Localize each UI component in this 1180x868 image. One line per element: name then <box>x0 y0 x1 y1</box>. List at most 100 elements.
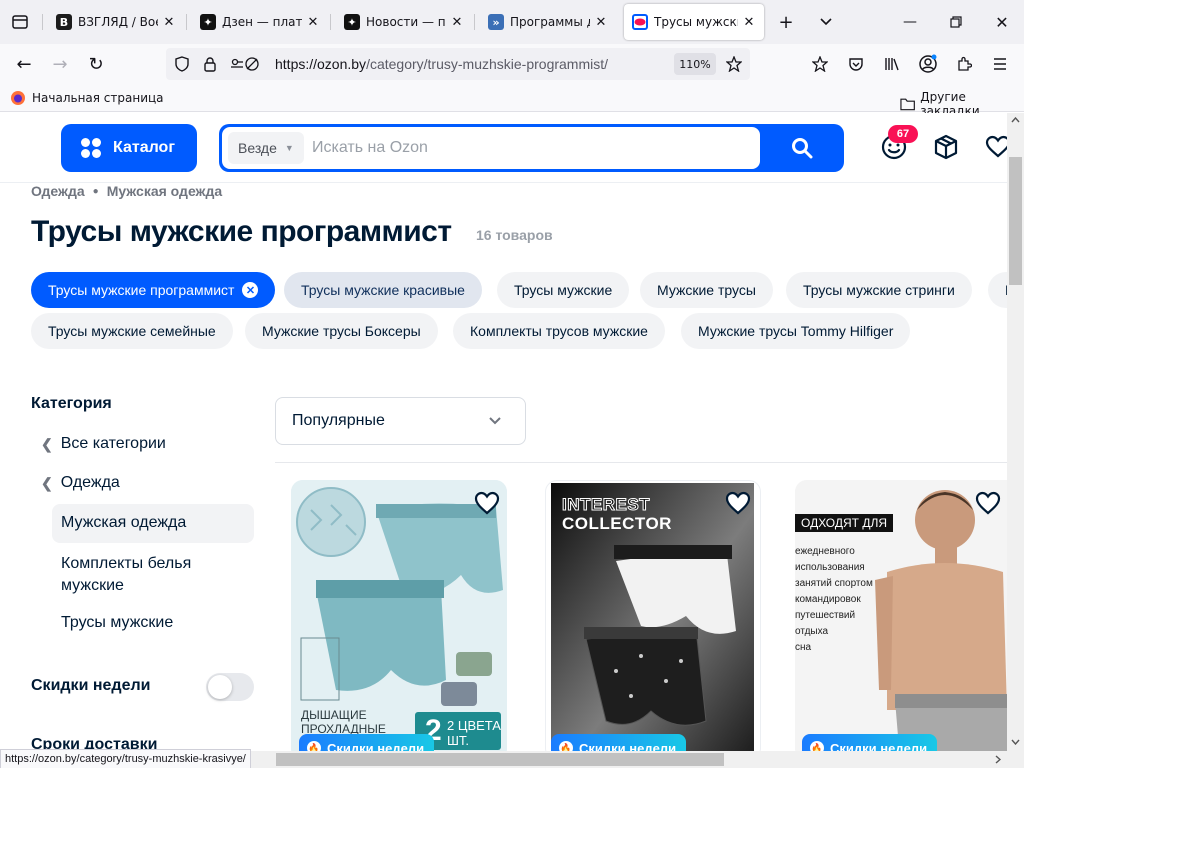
url-text: https://ozon.by/category/trusy-muzhskie-… <box>275 56 608 72</box>
fire-icon: 🔥 <box>810 741 824 751</box>
restore-button[interactable] <box>942 0 970 44</box>
product-card[interactable]: 2 ДЫШАЩИЕ ПРОХЛАДНЫЕ 2 ЦВЕТА ШТ. <box>291 480 507 751</box>
bookmark-home[interactable]: Начальная страница <box>10 90 164 106</box>
back-button[interactable]: ← <box>10 50 38 78</box>
scrollbar-thumb[interactable] <box>1009 157 1022 285</box>
product-image-text: INTEREST COLLECTOR <box>562 495 672 534</box>
pocket-button[interactable] <box>842 50 870 78</box>
tab-separator <box>42 14 43 30</box>
close-tab-icon[interactable]: ✕ <box>162 15 176 30</box>
scroll-up-icon[interactable] <box>1011 117 1020 123</box>
tab-separator <box>330 14 331 30</box>
tab-vzglyad[interactable]: В ВЗГЛЯД / Военн ✕ <box>48 4 184 40</box>
page-title: Трусы мужские программист <box>31 215 452 248</box>
lock-icon[interactable] <box>200 54 220 74</box>
chip[interactable]: Трусы мужские семейные <box>31 313 233 349</box>
promo-label: Скидки недели <box>579 740 677 752</box>
chip-remove-icon[interactable]: ✕ <box>242 282 259 298</box>
tab-separator <box>474 14 475 30</box>
close-tab-icon[interactable]: ✕ <box>306 15 320 30</box>
dzen-favicon: ✦ <box>344 14 360 30</box>
sidebar-item-all[interactable]: ❮ Все категории <box>41 435 166 453</box>
folder-icon <box>900 98 915 111</box>
close-tab-icon[interactable]: ✕ <box>450 15 464 30</box>
scroll-down-icon[interactable] <box>1011 739 1020 745</box>
tab-dzen[interactable]: ✦ Дзен — платфор ✕ <box>192 4 328 40</box>
tab-dzen-news[interactable]: ✦ Новости — посл ✕ <box>336 4 472 40</box>
orders-button[interactable] <box>932 133 960 161</box>
bookmark-star-icon[interactable] <box>724 54 744 74</box>
chip-active[interactable]: Трусы мужские программист ✕ <box>31 272 276 308</box>
search-button[interactable] <box>760 124 844 172</box>
chip[interactable]: Трусы мужские стринги <box>786 272 972 308</box>
product-card[interactable]: INTEREST COLLECTOR <box>545 480 761 751</box>
minimize-button[interactable]: — <box>896 0 924 44</box>
promo-label: Скидки недели <box>830 740 928 752</box>
bookmarks-toolbar: Начальная страница Другие закладки <box>0 84 1024 118</box>
search-input[interactable]: Везде ▼ Искать на Ozon <box>222 127 760 169</box>
menu-button[interactable] <box>986 50 1014 78</box>
reload-button[interactable]: ↻ <box>82 50 110 78</box>
chip-label: Мужские трусы <box>657 282 756 298</box>
chip[interactable]: Мужские трусы Боксеры <box>245 313 438 349</box>
chip[interactable]: Мужские трусы Tommy Hilfiger <box>681 313 911 349</box>
zoom-indicator[interactable]: 110% <box>674 53 716 75</box>
status-bar-url: https://ozon.by/category/trusy-muzhskie-… <box>0 749 251 768</box>
chip[interactable]: Р <box>988 272 1007 308</box>
plus-icon: + <box>778 11 794 33</box>
close-tab-icon[interactable]: ✕ <box>594 15 608 30</box>
shield-icon[interactable] <box>172 54 192 74</box>
breadcrumb-item[interactable]: Одежда <box>31 183 85 199</box>
image-caption: INTEREST <box>562 495 651 515</box>
library-button[interactable] <box>878 50 906 78</box>
hamburger-icon <box>994 58 1006 70</box>
chip[interactable]: Трусы мужские <box>497 272 630 308</box>
browser-window: В ВЗГЛЯД / Военн ✕ ✦ Дзен — платфор ✕ ✦ … <box>0 0 1024 768</box>
favorite-heart-icon[interactable] <box>724 489 752 517</box>
favorites-button[interactable] <box>984 133 1007 161</box>
sidebar-item-mens-clothing[interactable]: Мужская одежда <box>61 514 186 532</box>
close-window-button[interactable]: ✕ <box>988 0 1016 44</box>
account-icon <box>919 54 937 73</box>
list-all-tabs-button[interactable] <box>812 0 840 44</box>
url-host: https://ozon.by <box>275 56 367 72</box>
close-tab-icon[interactable]: ✕ <box>742 15 756 30</box>
tab-programs[interactable]: » Программы для ✕ <box>480 4 616 40</box>
sidebar-item-underwear-sets[interactable]: Комплекты белья мужские <box>61 553 231 597</box>
search-scope-dropdown[interactable]: Везде ▼ <box>228 132 304 164</box>
image-caption: ежедневного <box>795 546 855 557</box>
chip[interactable]: Трусы мужские красивые <box>284 272 482 308</box>
account-button[interactable] <box>914 50 942 78</box>
firefox-view-button[interactable] <box>0 0 40 44</box>
notification-badge: 67 <box>888 125 918 143</box>
scrollbar-thumb[interactable] <box>276 753 724 766</box>
address-bar[interactable]: https://ozon.by/category/trusy-muzhskie-… <box>166 48 750 80</box>
tab-ozon[interactable]: Трусы мужские ✕ <box>624 4 764 40</box>
discounts-toggle[interactable] <box>206 673 254 701</box>
breadcrumb-item[interactable]: Мужская одежда <box>107 183 222 199</box>
new-tab-button[interactable]: + <box>772 0 800 44</box>
chevron-down-icon <box>820 18 832 26</box>
badge-line: ШТ. <box>447 733 470 748</box>
extensions-button[interactable] <box>950 50 978 78</box>
vertical-scrollbar[interactable] <box>1007 113 1024 751</box>
site-header: Каталог Везде ▼ Искать на Ozon 67 <box>0 113 1007 183</box>
sidebar-item-briefs[interactable]: Трусы мужские <box>61 614 173 632</box>
save-to-collection-button[interactable] <box>806 50 834 78</box>
scroll-right-icon[interactable] <box>995 755 1001 764</box>
permissions-icon[interactable] <box>228 54 262 74</box>
favorite-heart-icon[interactable] <box>473 489 501 517</box>
catalog-label: Каталог <box>113 139 175 156</box>
favorite-heart-icon[interactable] <box>974 489 1002 517</box>
chip-label: Мужские трусы Tommy Hilfiger <box>698 323 894 339</box>
promo-label: Скидки недели <box>327 740 425 752</box>
pocket-icon <box>849 58 863 71</box>
arrow-right-icon: → <box>52 53 68 75</box>
chip[interactable]: Комплекты трусов мужские <box>453 313 665 349</box>
sidebar-item-clothing[interactable]: ❮ Одежда <box>41 474 120 492</box>
product-card[interactable]: ОДХОДЯТ ДЛЯ ежедневного использования за… <box>795 480 1007 751</box>
catalog-button[interactable]: Каталог <box>61 124 197 172</box>
chip[interactable]: Мужские трусы <box>640 272 773 308</box>
forward-button[interactable]: → <box>46 50 74 78</box>
sort-dropdown[interactable]: Популярные <box>275 397 526 445</box>
